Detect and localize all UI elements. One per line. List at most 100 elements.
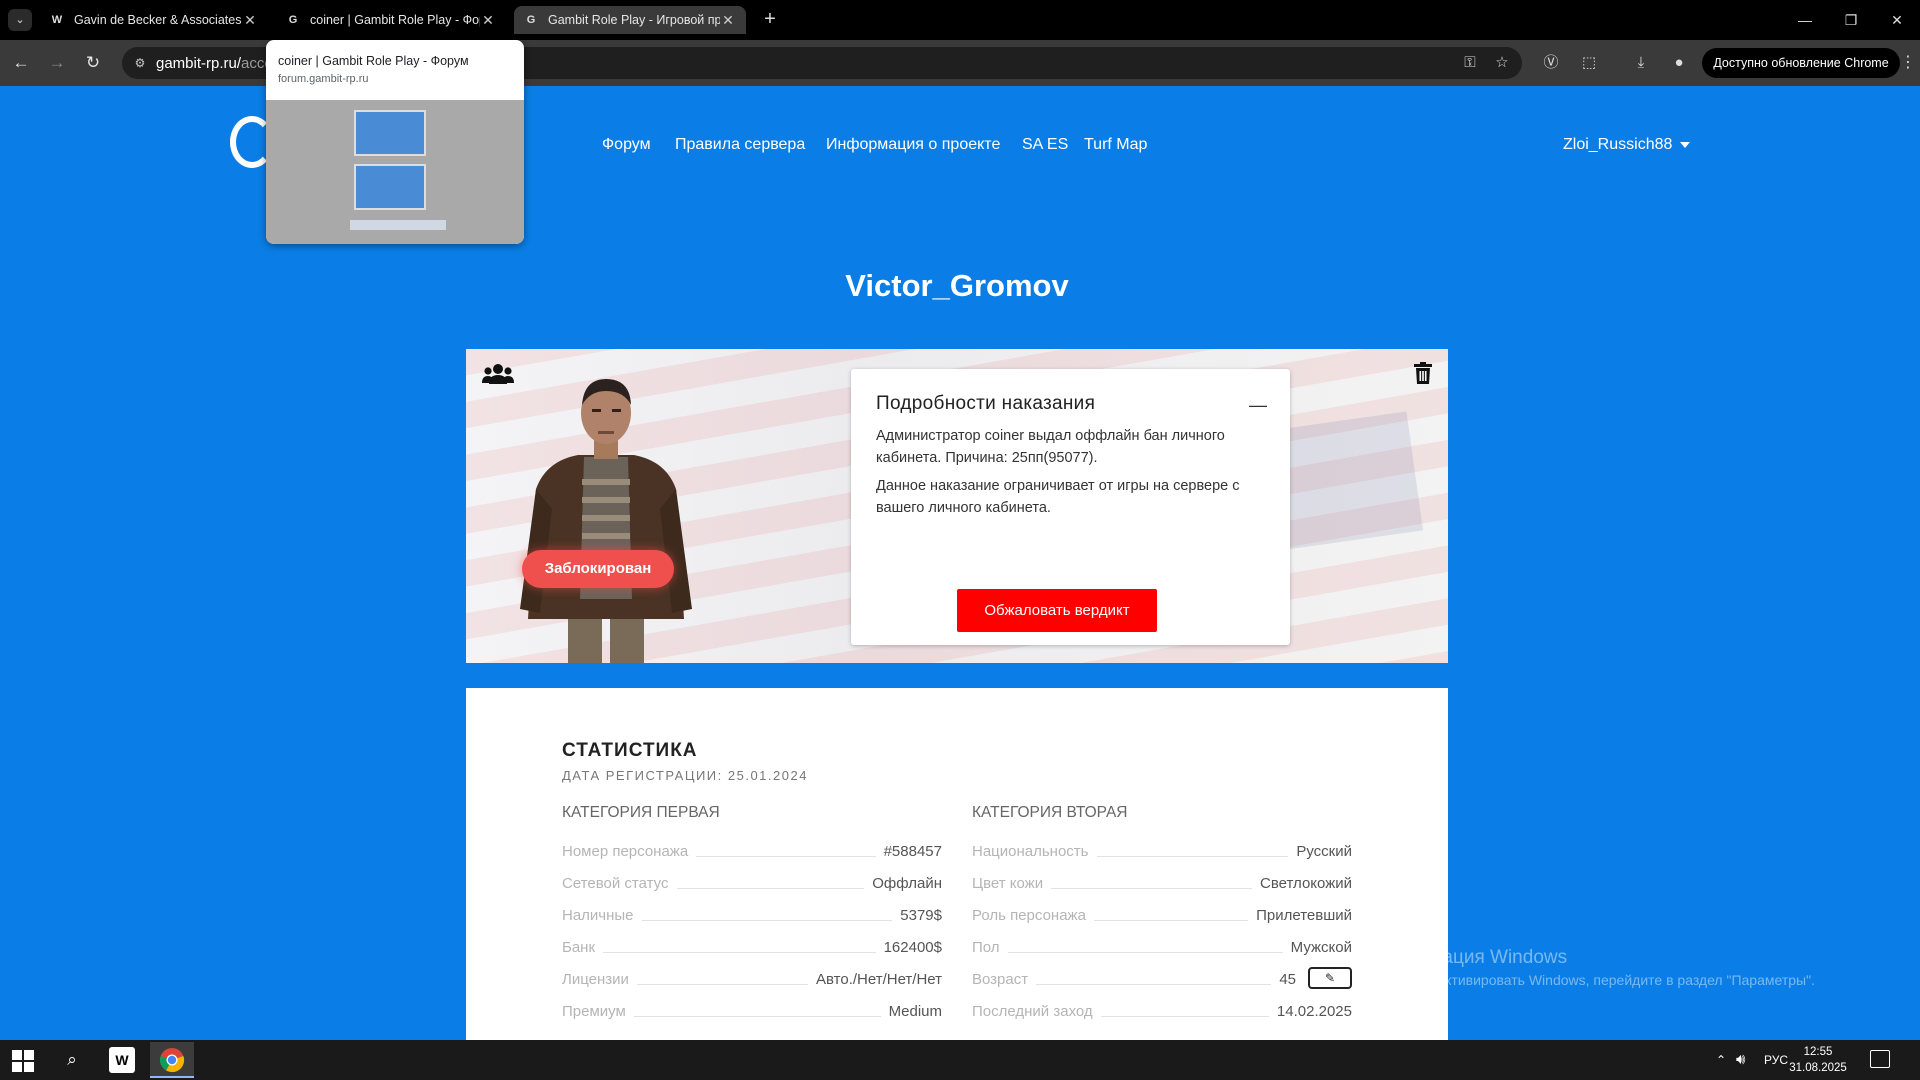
- punishment-title: Подробности наказания: [876, 393, 1096, 414]
- browser-tab-1[interactable]: W Gavin de Becker & Associates | ✕: [40, 6, 268, 34]
- extensions-icon[interactable]: ⬚: [1578, 52, 1600, 74]
- back-button[interactable]: ←: [8, 51, 34, 75]
- stat-row: Премиум Medium: [562, 998, 942, 1020]
- system-clock[interactable]: 12:55 31.08.2025: [1788, 1044, 1848, 1076]
- stat-divider: [641, 920, 893, 921]
- arrow-left-icon: ←: [12, 53, 30, 72]
- nav-forum[interactable]: Форум: [602, 136, 651, 154]
- site-info-icon[interactable]: ⚙: [132, 55, 148, 71]
- download-icon[interactable]: ⤓: [1630, 52, 1652, 74]
- punishment-restriction-text: Данное наказание ограничивает от игры на…: [876, 478, 1240, 516]
- tray-overflow-icon[interactable]: ⌃: [1716, 1040, 1726, 1080]
- taskbar-app-w[interactable]: W: [100, 1042, 144, 1078]
- stat-value: Светлокожий: [1260, 875, 1352, 892]
- vk-extension-icon[interactable]: Ⓥ: [1540, 52, 1562, 74]
- trash-icon[interactable]: [1414, 362, 1432, 384]
- nav-sa-es[interactable]: SA ES: [1022, 136, 1068, 154]
- thumbnail-card: [354, 110, 426, 156]
- notification-center-icon[interactable]: [1870, 1050, 1890, 1068]
- statistics-title: СТАТИСТИКА: [562, 740, 698, 761]
- browser-tab-2[interactable]: G coiner | Gambit Role Play - Форум ✕: [276, 6, 506, 34]
- key-icon[interactable]: ⚿: [1460, 54, 1480, 72]
- clock-time: 12:55: [1803, 1046, 1833, 1058]
- search-icon[interactable]: ⌕: [60, 1048, 84, 1072]
- minimize-window-button[interactable]: —: [1782, 0, 1828, 40]
- stat-label: Цвет кожи: [972, 875, 1044, 892]
- browser-tab-3[interactable]: G Gambit Role Play - Игровой про ✕: [514, 6, 746, 34]
- stat-divider: [1051, 888, 1253, 889]
- stat-value: 14.02.2025: [1276, 1003, 1352, 1020]
- stat-divider: [1007, 952, 1283, 953]
- stat-row: Пол Мужской: [972, 934, 1352, 956]
- edit-age-button[interactable]: ✎: [1308, 967, 1352, 989]
- stat-value: #588457: [883, 843, 942, 860]
- windows-taskbar: ⌕ W ⌃ 🔊︎ РУС 12:55 31.08.2025: [0, 1040, 1920, 1080]
- chrome-update-button[interactable]: Доступно обновление Chrome: [1702, 48, 1900, 78]
- stat-row: Наличные 5379$: [562, 902, 942, 924]
- nav-project-info[interactable]: Информация о проекте: [826, 136, 1000, 154]
- stat-row: Последний заход 14.02.2025: [972, 998, 1352, 1020]
- stat-row: Национальность Русский: [972, 838, 1352, 860]
- thumbnail-card: [354, 164, 426, 210]
- stat-value: Авто./Нет/Нет/Нет: [816, 971, 942, 988]
- windows-activation-subtitle: Чтобы активировать Windows, перейдите в …: [1392, 972, 1815, 988]
- minimize-panel-button[interactable]: —: [1249, 395, 1267, 415]
- punishment-text: Администратор coiner выдал оффлайн бан л…: [876, 428, 1225, 466]
- close-window-button[interactable]: ✕: [1874, 0, 1920, 40]
- preview-thumbnail: [266, 100, 524, 244]
- stat-divider: [676, 888, 865, 889]
- language-indicator[interactable]: РУС: [1764, 1040, 1788, 1080]
- tab-search-button[interactable]: ⌄: [8, 9, 32, 31]
- volume-icon[interactable]: 🔊︎: [1736, 1040, 1745, 1080]
- stat-label: Роль персонажа: [972, 907, 1086, 924]
- stat-row: Роль персонажа Прилетевший: [972, 902, 1352, 924]
- preview-title: coiner | Gambit Role Play - Форум: [278, 54, 469, 68]
- app-w-icon: W: [109, 1046, 135, 1073]
- more-vert-icon[interactable]: ⋮: [1900, 52, 1916, 74]
- stat-value: 162400$: [883, 939, 942, 956]
- stat-value: 45: [1279, 971, 1296, 988]
- tab-title: coiner | Gambit Role Play - Форум: [310, 13, 480, 27]
- stat-label: Лицензии: [562, 971, 629, 988]
- windows-start-button[interactable]: [12, 1050, 34, 1072]
- page-title: Victor_Gromov: [845, 268, 1069, 303]
- thumbnail-strip: [350, 220, 446, 230]
- arrow-right-icon: →: [48, 53, 66, 72]
- forward-button[interactable]: →: [44, 51, 70, 75]
- close-icon[interactable]: ✕: [242, 12, 258, 29]
- reload-icon: ↻: [85, 53, 101, 72]
- stat-label: Возраст: [972, 971, 1029, 988]
- appeal-verdict-button[interactable]: Обжаловать вердикт: [957, 589, 1157, 632]
- stat-divider: [1100, 1016, 1269, 1017]
- reload-button[interactable]: ↻: [80, 51, 106, 75]
- stat-label: Номер персонажа: [562, 843, 689, 860]
- stat-label: Национальность: [972, 843, 1089, 860]
- close-icon[interactable]: ✕: [480, 12, 496, 29]
- profile-avatar-icon[interactable]: ●: [1668, 52, 1690, 74]
- username: Zloi_Russich88: [1563, 136, 1673, 153]
- new-tab-button[interactable]: +: [758, 8, 782, 32]
- nav-turf-map[interactable]: Turf Map: [1084, 136, 1147, 154]
- star-icon[interactable]: ☆: [1492, 54, 1512, 72]
- restore-window-button[interactable]: ❐: [1828, 0, 1874, 40]
- stat-row: Сетевой статус Оффлайн: [562, 870, 942, 892]
- gdba-icon: W: [51, 14, 63, 26]
- taskbar-app-chrome[interactable]: [150, 1042, 194, 1078]
- character-skin-image: [520, 379, 692, 663]
- stat-divider: [1096, 856, 1289, 857]
- close-icon[interactable]: ✕: [720, 12, 736, 29]
- stat-label: Премиум: [562, 1003, 626, 1020]
- nav-server-rules[interactable]: Правила сервера: [675, 136, 805, 154]
- stat-divider: [603, 952, 876, 953]
- user-menu[interactable]: Zloi_Russich88: [1563, 136, 1691, 154]
- stat-divider: [1036, 984, 1272, 985]
- clock-date: 31.08.2025: [1789, 1062, 1847, 1074]
- stat-divider: [636, 984, 808, 985]
- url-text[interactable]: gambit-rp.ru/acco: [156, 55, 273, 72]
- status-badge: Заблокирован: [522, 550, 674, 588]
- stat-label: Последний заход: [972, 1003, 1093, 1020]
- punishment-details-panel: Подробности наказания — Администратор co…: [851, 369, 1290, 645]
- windows-activation-title: Активация Windows: [1392, 947, 1568, 968]
- stat-label: Сетевой статус: [562, 875, 669, 892]
- stat-value: Прилетевший: [1256, 907, 1352, 924]
